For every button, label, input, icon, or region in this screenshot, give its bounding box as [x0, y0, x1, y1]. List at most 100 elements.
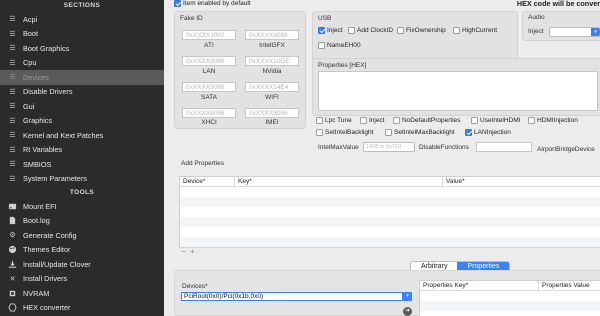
set-intel-max-backlight-checkbox[interactable] — [385, 129, 392, 136]
fake-id-xhci-field[interactable]: 0xXXXX8086 — [182, 108, 236, 118]
set-intel-backlight-option[interactable]: SetIntelBacklight — [316, 129, 373, 136]
usb-title: USB — [318, 15, 332, 22]
no-default-properties-option[interactable]: NoDefaultProperties — [393, 117, 461, 124]
tools-heading: TOOLS — [69, 189, 95, 196]
column-header-properties-value[interactable]: Properties Value — [539, 281, 600, 291]
sidebar-item-smbios[interactable]: ☰ SMBIOS — [0, 157, 164, 172]
audio-inject-select[interactable]: ▾ — [549, 27, 600, 37]
fake-id-lan-field[interactable]: 0xXXXX8086 — [182, 56, 236, 66]
tool-install-update-clover[interactable]: Install/Update Clover — [0, 257, 164, 272]
no-default-properties-checkbox[interactable] — [393, 117, 400, 124]
properties-panel: Devices* PciRoot(0x0)/Pci(0x1b,0x0) ▾ ➜ … — [174, 270, 600, 316]
chip-icon — [8, 289, 17, 298]
lpc-tune-label: Lpc Tune — [325, 117, 352, 124]
arrow-right-icon[interactable]: ➜ — [403, 307, 412, 316]
usb-inject-option[interactable]: Inject — [318, 27, 343, 34]
tool-nvram[interactable]: NVRAM — [0, 286, 164, 301]
tool-mount-efi[interactable]: Mount EFI — [0, 199, 164, 214]
remove-row-button[interactable]: − — [181, 247, 186, 256]
list-icon: ☰ — [9, 45, 16, 53]
set-intel-max-backlight-option[interactable]: SetIntelMaxBacklight — [385, 129, 455, 136]
item-enabled-row[interactable]: Item enabled by default — [174, 0, 251, 7]
usb-fixownership-checkbox[interactable] — [397, 27, 404, 34]
usb-addclockid-option[interactable]: Add ClockID — [348, 27, 393, 34]
list-icon: ☰ — [9, 132, 16, 140]
list-icon: ☰ — [9, 146, 16, 154]
device-inject-checkbox[interactable] — [360, 117, 367, 124]
disable-functions-label: DisableFunctions — [419, 144, 469, 151]
tool-boot-log[interactable]: Boot.log — [0, 214, 164, 229]
use-intel-hdmi-option[interactable]: UseIntelHDMI — [471, 117, 520, 124]
usb-highcurrent-checkbox[interactable] — [453, 27, 460, 34]
fake-id-sata-field[interactable]: 0xXXXX8086 — [182, 82, 236, 92]
fake-id-wifi-label: WIFI — [265, 94, 279, 101]
sidebar-item-system-parameters[interactable]: ☰ System Parameters — [0, 172, 164, 187]
properties-key-table[interactable]: Properties Key* Properties Value — [419, 280, 600, 316]
disable-functions-field[interactable] — [476, 142, 532, 152]
device-dropdown-button[interactable]: ▾ — [403, 292, 412, 301]
sidebar-item-label: Rt Variables — [23, 145, 63, 155]
column-header-key[interactable]: Key* — [235, 177, 443, 187]
tool-generate-config[interactable]: ⚙ Generate Config — [0, 228, 164, 243]
device-inject-label: Inject — [369, 117, 385, 124]
sidebar-item-kernel-kext-patches[interactable]: ☰ Kernel and Kext Patches — [0, 128, 164, 143]
hex-note: HEX code will be conver — [516, 0, 600, 8]
sidebar-item-boot[interactable]: ☰ Boot — [0, 27, 164, 42]
fake-id-intelgfx-field[interactable]: 0xXXXX8086 — [245, 30, 299, 40]
device-inject-option[interactable]: Inject — [360, 117, 385, 124]
intel-max-value-select[interactable]: 1808 or 0x710 — [363, 142, 415, 152]
tool-install-drivers[interactable]: ✕ Install Drivers — [0, 272, 164, 287]
set-intel-backlight-checkbox[interactable] — [316, 129, 323, 136]
usb-nameeh00-checkbox[interactable] — [318, 42, 325, 49]
sidebar-item-label: Graphics — [23, 116, 53, 126]
lan-injection-checkbox[interactable] — [465, 129, 472, 136]
sidebar-item-label: Boot — [23, 29, 39, 39]
usb-fixownership-option[interactable]: FixOwnership — [397, 27, 446, 34]
sidebar-item-label: Cpu — [23, 58, 37, 68]
sidebar-item-label: SMBIOS — [23, 159, 52, 169]
column-header-properties-key[interactable]: Properties Key* — [420, 281, 539, 291]
usb-inject-checkbox[interactable] — [318, 27, 325, 34]
sidebar-item-boot-graphics[interactable]: ☰ Boot Graphics — [0, 41, 164, 56]
fake-id-nvidia-field[interactable]: 0xXXXX10DE — [245, 56, 299, 66]
item-enabled-checkbox[interactable] — [174, 0, 181, 7]
list-icon: ☰ — [9, 103, 16, 111]
lan-injection-option[interactable]: LANInjection — [465, 129, 511, 136]
hdmi-injection-checkbox[interactable] — [528, 117, 535, 124]
sidebar-item-label: Disable Drivers — [23, 87, 73, 97]
add-properties-table[interactable]: Device* Key* Value* — [179, 176, 600, 248]
sidebar-item-gui[interactable]: ☰ Gui — [0, 99, 164, 114]
sidebar-item-cpu[interactable]: ☰ Cpu — [0, 56, 164, 71]
list-icon: ☰ — [9, 74, 16, 82]
fake-id-ati-field[interactable]: 0xXXXX1002 — [182, 30, 236, 40]
sidebar-item-rt-variables[interactable]: ☰ Rt Variables — [0, 143, 164, 158]
sidebar-item-devices[interactable]: ☰ Devices — [0, 70, 164, 85]
fake-id-ati-label: ATI — [204, 42, 214, 49]
usb-nameeh00-option[interactable]: NameEH00 — [318, 42, 361, 49]
properties-hex-textarea[interactable] — [318, 71, 598, 111]
fake-id-wifi-field[interactable]: 0xXXXX14E4 — [245, 82, 299, 92]
device-path-field[interactable]: PciRoot(0x0)/Pci(0x1b,0x0) — [181, 292, 403, 301]
hdmi-injection-option[interactable]: HDMIInjection — [528, 117, 578, 124]
wrench-icon: ✕ — [9, 275, 16, 283]
usb-addclockid-checkbox[interactable] — [348, 27, 355, 34]
usb-highcurrent-option[interactable]: HighCurrent — [453, 27, 497, 34]
tool-themes-editor[interactable]: Themes Editor — [0, 243, 164, 258]
column-header-device[interactable]: Device* — [180, 177, 235, 187]
fake-id-title: Fake ID — [180, 15, 203, 22]
column-header-value[interactable]: Value* — [443, 177, 600, 187]
fake-id-intelgfx-label: IntelGFX — [259, 42, 285, 49]
sidebar-item-graphics[interactable]: ☰ Graphics — [0, 114, 164, 129]
sidebar-item-label: Boot Graphics — [23, 43, 70, 53]
fake-id-lan-label: LAN — [202, 68, 216, 75]
sidebar-item-acpi[interactable]: ☰ Acpi — [0, 12, 164, 27]
tool-hex-converter[interactable]: HEX converter — [0, 301, 164, 316]
sidebar-item-disable-drivers[interactable]: ☰ Disable Drivers — [0, 85, 164, 100]
lpc-tune-option[interactable]: Lpc Tune — [316, 117, 352, 124]
gear-icon: ⚙ — [9, 232, 16, 240]
use-intel-hdmi-checkbox[interactable] — [471, 117, 478, 124]
fake-id-imei-field[interactable]: 0xXXXX8086 — [245, 108, 299, 118]
add-row-button[interactable]: + — [190, 247, 195, 256]
item-enabled-label: Item enabled by default — [183, 0, 251, 7]
lpc-tune-checkbox[interactable] — [316, 117, 323, 124]
